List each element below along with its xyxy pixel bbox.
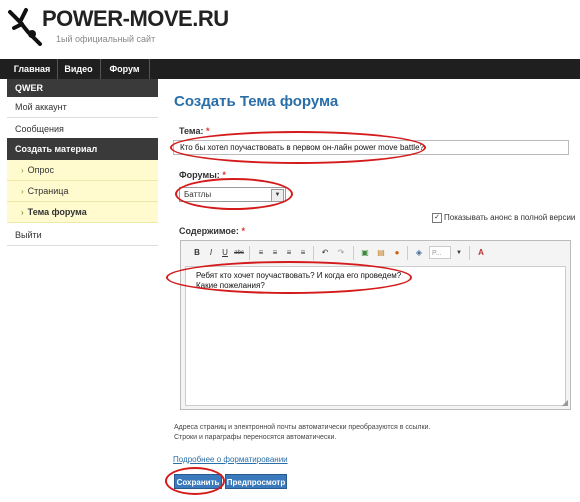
- chevron-right-icon: ›: [21, 166, 24, 175]
- save-button[interactable]: Сохранить: [174, 474, 222, 489]
- required-mark: *: [241, 226, 245, 236]
- redo-icon[interactable]: ↷: [335, 247, 347, 259]
- chevron-right-icon: ›: [21, 208, 24, 217]
- toolbar-separator: [469, 246, 470, 260]
- rich-text-editor: B I U abc ≡ ≡ ≡ ≡ ↶ ↷ ▣ ▤ ● ◈ P... ▼ A Р…: [180, 240, 571, 410]
- title-input[interactable]: Кто бы хотел поучаствовать в первом он-л…: [173, 140, 569, 155]
- content-text-line: Какие пожелания?: [196, 281, 265, 290]
- insert-smiley-icon[interactable]: ●: [391, 247, 403, 259]
- formatting-help-link[interactable]: Подробнее о форматировании: [173, 455, 288, 464]
- insert-image-icon[interactable]: ▣: [359, 247, 371, 259]
- sidebar-subitem-label: Опрос: [27, 165, 55, 175]
- required-mark: *: [206, 126, 210, 136]
- resize-grip-icon[interactable]: ◢: [562, 398, 568, 407]
- site-title[interactable]: POWER-MOVE.RU: [42, 6, 229, 32]
- sidebar-item-create-content[interactable]: Создать материал: [7, 138, 158, 160]
- sidebar-subitem-label: Тема форума: [27, 207, 87, 217]
- sidebar-subitem-poll[interactable]: › Опрос: [7, 160, 158, 181]
- sidebar-username: QWER: [7, 79, 158, 97]
- insert-code-icon[interactable]: ▤: [375, 247, 387, 259]
- editor-toolbar: B I U abc ≡ ≡ ≡ ≡ ↶ ↷ ▣ ▤ ● ◈ P... ▼ A: [181, 241, 570, 265]
- help-text: Адреса страниц и электронной почты автом…: [174, 424, 431, 431]
- content-textarea[interactable]: Ребят кто хочет поучаствовать? И когда е…: [185, 266, 566, 406]
- user-sidebar: QWER Мой аккаунт Сообщения Создать матер…: [7, 79, 158, 259]
- chevron-right-icon: ›: [21, 187, 24, 196]
- paragraph-format-select[interactable]: P...: [429, 246, 451, 259]
- align-left-icon[interactable]: ≡: [255, 247, 267, 259]
- title-label: Тема: *: [179, 126, 210, 136]
- nav-forum[interactable]: Форум: [100, 59, 150, 79]
- bold-button[interactable]: B: [191, 247, 203, 259]
- sidebar-subitem-page[interactable]: › Страница: [7, 181, 158, 202]
- format-dropdown-icon[interactable]: ▼: [453, 247, 465, 259]
- toolbar-separator: [407, 246, 408, 260]
- sidebar-item-my-account[interactable]: Мой аккаунт: [7, 97, 158, 118]
- forum-select[interactable]: Баттлы ▼: [179, 187, 286, 202]
- align-justify-icon[interactable]: ≡: [297, 247, 309, 259]
- toolbar-separator: [313, 246, 314, 260]
- chevron-down-icon[interactable]: ▼: [271, 189, 284, 202]
- preview-button[interactable]: Предпросмотр: [225, 474, 287, 489]
- font-color-button[interactable]: A: [475, 247, 487, 259]
- underline-button[interactable]: U: [219, 247, 231, 259]
- italic-button[interactable]: I: [205, 247, 217, 259]
- required-mark: *: [222, 170, 226, 180]
- align-center-icon[interactable]: ≡: [269, 247, 281, 259]
- logo-breakdancer-icon: [8, 8, 42, 46]
- sidebar-item-messages[interactable]: Сообщения: [7, 119, 158, 140]
- nav-video[interactable]: Видео: [57, 59, 101, 79]
- sidebar-subitem-label: Страница: [27, 186, 69, 196]
- announce-label: Показывать анонс в полной версии: [444, 213, 576, 222]
- forums-label: Форумы: *: [179, 170, 226, 180]
- site-slogan: 1ый официальный сайт: [56, 34, 156, 44]
- forum-select-value: Баттлы: [184, 190, 212, 199]
- help-text: Строки и параграфы переносятся автоматич…: [174, 434, 337, 441]
- nav-home[interactable]: Главная: [7, 59, 58, 79]
- undo-icon[interactable]: ↶: [319, 247, 331, 259]
- toolbar-separator: [249, 246, 250, 260]
- content-label: Содержимое: *: [179, 226, 245, 236]
- strikethrough-button[interactable]: abc: [233, 247, 245, 259]
- page-title: Создать Тема форума: [174, 93, 339, 110]
- link-icon[interactable]: ◈: [413, 247, 425, 259]
- sidebar-subitem-forum-topic[interactable]: › Тема форума: [7, 202, 158, 223]
- announce-checkbox[interactable]: ✓: [432, 213, 442, 223]
- content-text-line: Ребят кто хочет поучаствовать? И когда е…: [196, 271, 402, 280]
- toolbar-separator: [353, 246, 354, 260]
- sidebar-item-logout[interactable]: Выйти: [7, 225, 158, 246]
- main-navigation: Главная Видео Форум: [0, 59, 580, 79]
- align-right-icon[interactable]: ≡: [283, 247, 295, 259]
